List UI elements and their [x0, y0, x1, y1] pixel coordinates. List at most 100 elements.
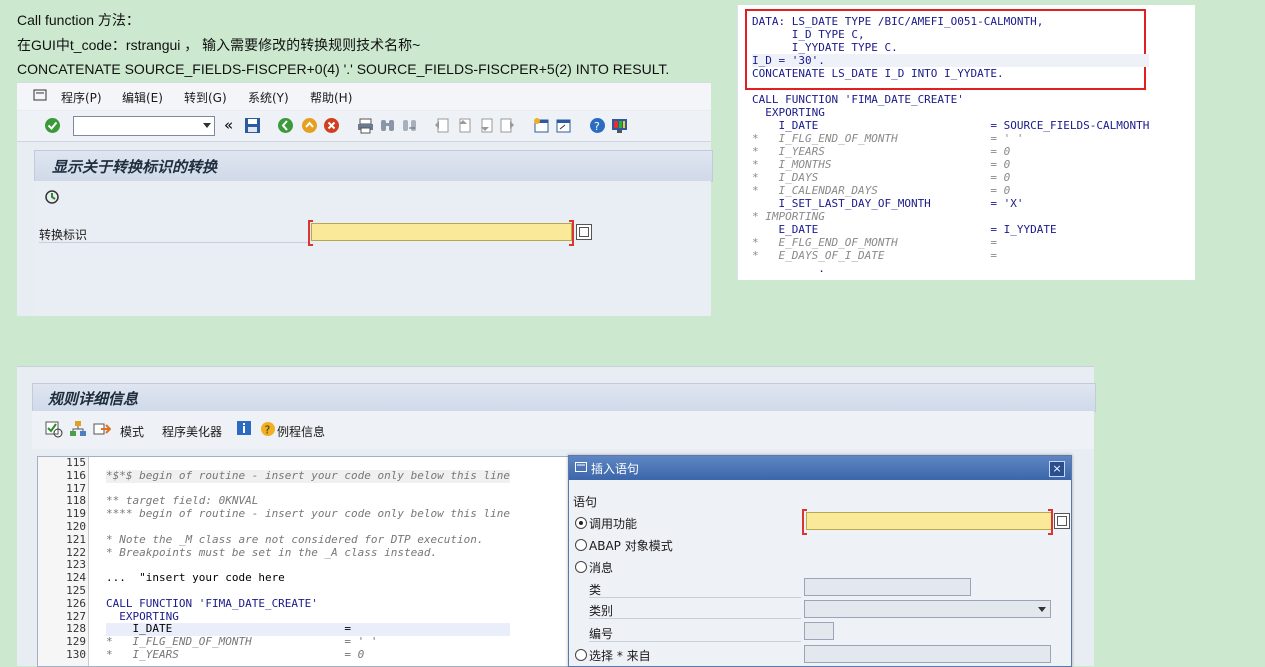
rule-title-bar: 规则详细信息 — [32, 383, 1096, 412]
find-next-icon[interactable] — [401, 117, 418, 134]
navigation-icon[interactable] — [93, 420, 112, 442]
radio-call-function[interactable] — [575, 517, 587, 529]
required-marker-right — [1048, 509, 1053, 535]
execute-icon[interactable] — [44, 189, 60, 209]
previous-page-icon[interactable] — [455, 117, 472, 134]
editor-code-line[interactable] — [106, 585, 510, 598]
insert-statement-dialog: 插入语句 × 语句 调用功能 ABAP 对象模式 消息 类 类别 编号 选择 *… — [568, 455, 1072, 667]
line-number: 130 — [66, 647, 86, 661]
radio-select-from[interactable] — [575, 649, 587, 661]
menu-edit[interactable]: 编辑(E) — [122, 89, 163, 106]
info-icon[interactable] — [236, 420, 252, 440]
line-number: 126 — [66, 596, 86, 610]
line-number: 120 — [66, 519, 86, 533]
cancel-icon[interactable] — [323, 117, 340, 134]
back-icon[interactable] — [277, 117, 294, 134]
option-abap-object-label: ABAP 对象模式 — [589, 539, 673, 553]
example-info-button[interactable]: 例程信息 — [277, 423, 325, 440]
first-page-icon[interactable] — [433, 117, 450, 134]
editor-code-line[interactable] — [106, 521, 510, 534]
line-number: 121 — [66, 532, 86, 546]
menu-help[interactable]: 帮助(H) — [310, 89, 352, 106]
print-icon[interactable] — [357, 117, 374, 134]
message-category-select[interactable] — [804, 600, 1051, 618]
code-screenshot: DATA: LS_DATE TYPE /BIC/AMEFI_O051-CALMO… — [737, 5, 1195, 280]
menu-goto[interactable]: 转到(G) — [184, 89, 227, 106]
editor-code-line[interactable]: * Breakpoints must be set in the _A clas… — [106, 546, 510, 560]
editor-code-line[interactable]: **** begin of routine - insert your code… — [106, 507, 510, 521]
screen-title-bar: 显示关于转换标识的转换 — [34, 150, 713, 182]
code-line: I_DATE = SOURCE_FIELDS-CALMONTH — [752, 119, 1150, 132]
class-label: 类 — [589, 583, 602, 597]
value-help-icon[interactable] — [1054, 513, 1070, 529]
message-number-input[interactable] — [804, 622, 834, 640]
menu-system[interactable]: 系统(Y) — [248, 89, 289, 106]
pretty-printer-button[interactable]: 程序美化器 — [162, 423, 222, 440]
code-line: I_D TYPE C, — [752, 28, 865, 41]
value-help-icon[interactable] — [576, 224, 592, 240]
help-icon[interactable]: ? — [589, 117, 606, 134]
enter-check-icon[interactable] — [44, 117, 61, 134]
editor-code[interactable]: *$*$ begin of routine - insert your code… — [106, 457, 510, 662]
code-line: * E_FLG_END_OF_MONTH = — [752, 236, 998, 249]
command-field[interactable] — [73, 116, 215, 136]
screen-content: 转换标识 — [34, 181, 711, 316]
shortcut-icon[interactable] — [555, 117, 572, 134]
create-session-icon[interactable] — [533, 117, 550, 134]
select-table-input[interactable] — [804, 645, 1051, 663]
intro-line-1: Call function 方法： — [17, 12, 140, 28]
sap-window-rstrangui: 程序(P) 编辑(E) 转到(G) 系统(Y) 帮助(H) « ? 显示关于转换… — [17, 82, 713, 316]
transformation-id-input[interactable] — [311, 223, 572, 241]
editor-code-line[interactable]: * Note the _M class are not considered f… — [106, 533, 510, 547]
editor-code-line[interactable]: CALL FUNCTION 'FIMA_DATE_CREATE' — [106, 597, 510, 611]
code-line: I_SET_LAST_DAY_OF_MONTH = 'X' — [752, 197, 1024, 210]
message-class-input[interactable] — [804, 578, 971, 596]
code-line: DATA: LS_DATE TYPE /BIC/AMEFI_O051-CALMO… — [752, 15, 1044, 28]
category-underline — [589, 618, 801, 619]
code-line: * I_DAYS = 0 — [752, 171, 1011, 184]
hierarchy-icon[interactable] — [69, 420, 87, 442]
option-message-label: 消息 — [589, 561, 614, 575]
layout-menu-icon[interactable] — [611, 117, 628, 134]
close-icon[interactable]: × — [1049, 461, 1065, 477]
code-line: I_D = '30'. — [752, 54, 1150, 67]
check-syntax-icon[interactable] — [45, 420, 63, 442]
mode-button[interactable]: 模式 — [120, 423, 144, 440]
code-line: CONCATENATE LS_DATE I_D INTO I_YYDATE. — [752, 67, 1004, 80]
option-call-function-label: 调用功能 — [589, 517, 638, 531]
menu-bar: 程序(P) 编辑(E) 转到(G) 系统(Y) 帮助(H) — [17, 83, 711, 110]
dialog-title: 插入语句 — [591, 462, 640, 476]
line-number: 115 — [66, 456, 86, 469]
code-line: * E_DAYS_OF_I_DATE = — [752, 249, 998, 262]
required-marker-right — [569, 220, 574, 246]
menu-icon[interactable] — [33, 89, 47, 104]
option-select-from-label: 选择 * 来自 — [589, 649, 651, 663]
dialog-window-icon — [575, 461, 587, 476]
category-label: 类别 — [589, 604, 614, 618]
chevron-down-icon[interactable] — [203, 123, 211, 128]
number-label: 编号 — [589, 627, 614, 641]
exit-icon[interactable] — [301, 117, 318, 134]
last-page-icon[interactable] — [499, 117, 516, 134]
radio-abap-object-pattern[interactable] — [575, 539, 587, 551]
editor-code-line[interactable]: * I_YEARS = 0 — [106, 648, 510, 662]
code-snippet: DATA: LS_DATE TYPE /BIC/AMEFI_O051-CALMO… — [752, 15, 1150, 275]
editor-code-line[interactable] — [106, 457, 510, 470]
find-icon[interactable] — [379, 117, 396, 134]
label-underline — [39, 242, 309, 243]
chevron-down-icon[interactable] — [1038, 607, 1046, 612]
menu-program[interactable]: 程序(P) — [61, 89, 102, 106]
function-name-input[interactable] — [806, 512, 1052, 530]
double-arrow-icon[interactable]: « — [224, 116, 241, 134]
code-line: . — [752, 262, 825, 275]
code-line: E_DATE = I_YYDATE — [752, 223, 1057, 236]
abap-editor[interactable]: 115 116 117 118 119 120 121 122 123 124 125 126 127 1… — [37, 456, 599, 667]
radio-message[interactable] — [575, 561, 587, 573]
editor-code-line[interactable]: ... "insert your code here — [106, 571, 510, 585]
code-line: * I_FLG_END_OF_MONTH = ' ' — [752, 132, 1024, 145]
help-question-icon[interactable]: ? — [260, 421, 276, 441]
save-icon[interactable] — [244, 117, 261, 134]
next-page-icon[interactable] — [477, 117, 494, 134]
editor-code-line[interactable]: *$*$ begin of routine - insert your code… — [106, 469, 510, 483]
